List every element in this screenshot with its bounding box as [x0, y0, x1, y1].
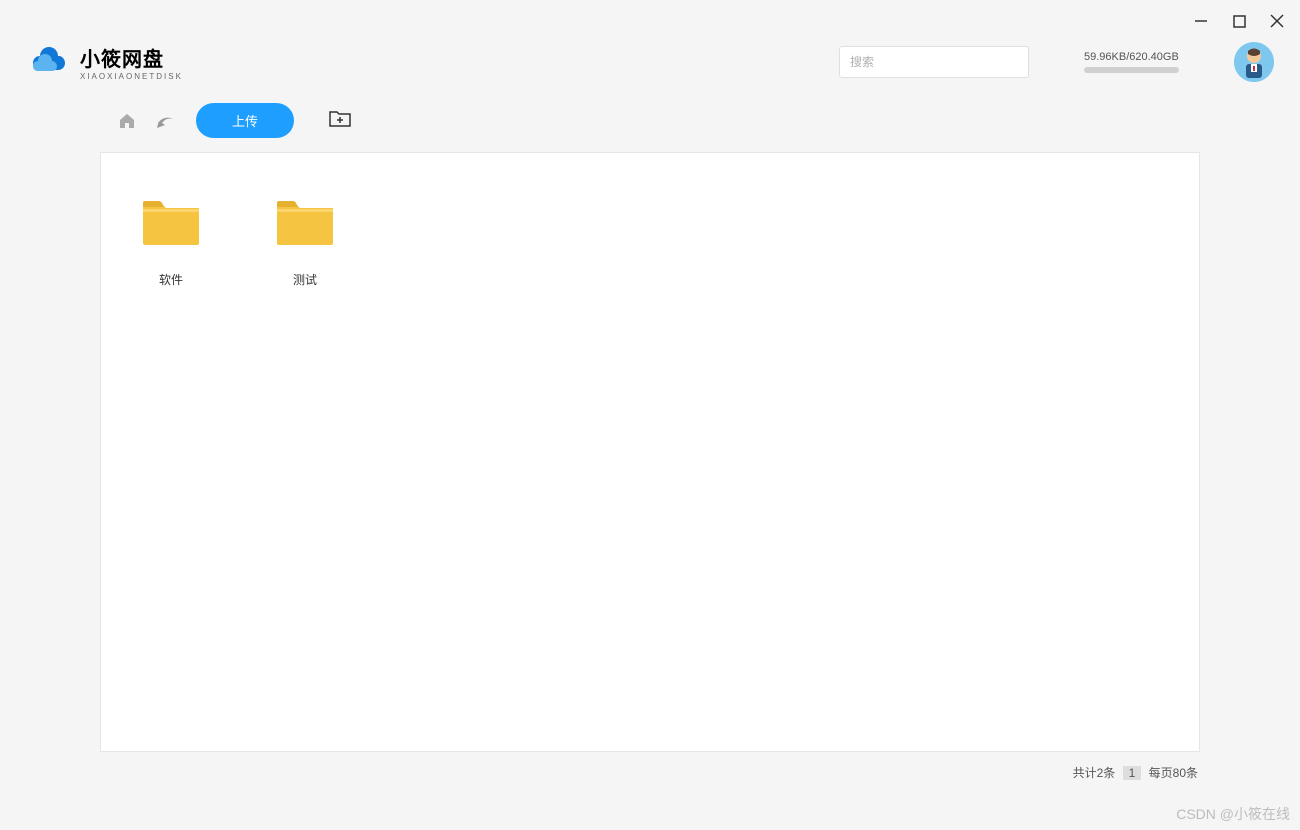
upload-button[interactable]: 上传 [196, 103, 294, 138]
folder-icon [139, 195, 203, 247]
cloud-icon [26, 44, 70, 80]
watermark: CSDN @小筱在线 [1176, 804, 1290, 824]
search-input[interactable] [839, 46, 1029, 78]
per-page-label: 每页80条 [1149, 766, 1198, 780]
storage-label: 59.96KB/620.40GB [1084, 51, 1179, 63]
file-panel: 软件 测试 [100, 152, 1200, 752]
app-subtitle: XIAOXIAONETDISK [80, 72, 183, 81]
folder-icon [273, 195, 337, 247]
pagination-footer: 共计2条 1 每页80条 [0, 752, 1300, 781]
back-icon[interactable] [156, 113, 176, 129]
app-logo: 小筱网盘 XIAOXIAONETDISK [26, 43, 183, 81]
folder-item[interactable]: 软件 [139, 195, 203, 288]
total-count: 2条 [1097, 766, 1116, 780]
user-avatar[interactable] [1234, 42, 1274, 82]
minimize-button[interactable] [1192, 12, 1210, 30]
folder-label: 软件 [159, 271, 183, 288]
storage-bar [1084, 67, 1179, 73]
app-title: 小筱网盘 [80, 43, 183, 72]
storage-indicator: 59.96KB/620.40GB [1084, 51, 1179, 73]
close-button[interactable] [1268, 12, 1286, 30]
home-icon[interactable] [118, 112, 136, 130]
total-label-prefix: 共计 [1073, 766, 1097, 780]
new-folder-icon[interactable] [328, 108, 352, 133]
maximize-button[interactable] [1230, 12, 1248, 30]
folder-label: 测试 [293, 271, 317, 288]
folder-item[interactable]: 测试 [273, 195, 337, 288]
page-number[interactable]: 1 [1123, 766, 1142, 780]
